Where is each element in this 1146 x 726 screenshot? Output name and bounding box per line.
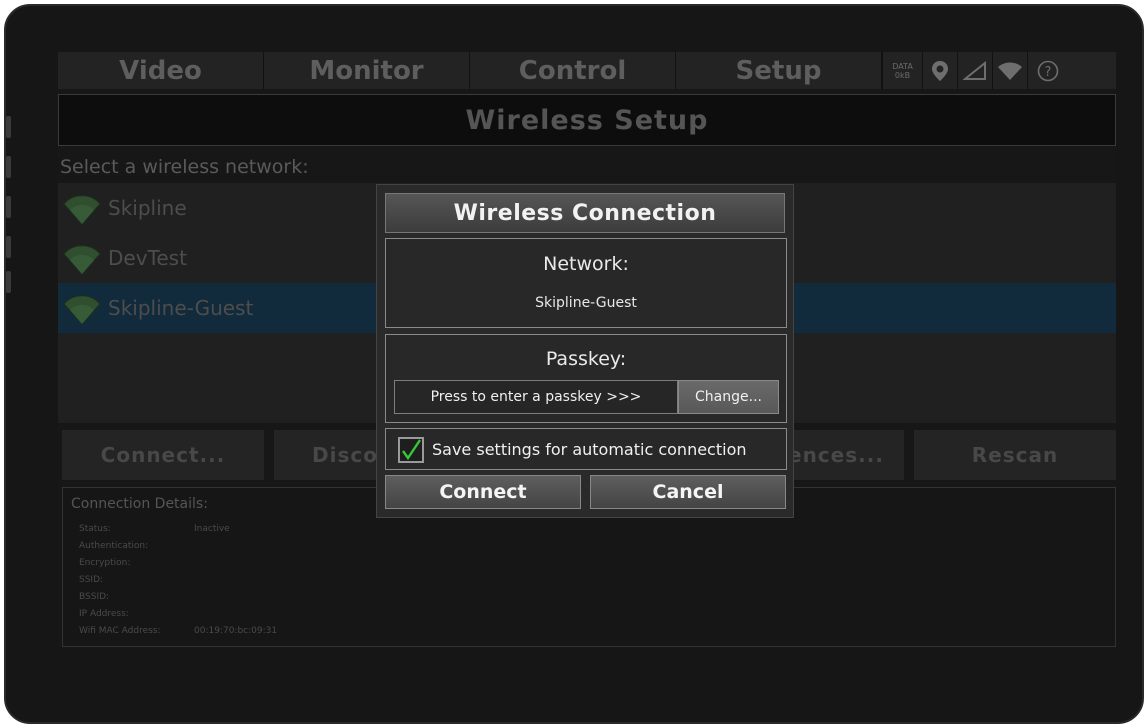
passkey-panel: Passkey: Press to enter a passkey >>> Ch… [385, 334, 787, 423]
wifi-signal-icon [63, 195, 101, 225]
save-settings-checkbox[interactable] [398, 437, 424, 463]
rescan-button[interactable]: Rescan [914, 430, 1116, 480]
help-icon[interactable]: ? [1027, 52, 1068, 89]
side-button [6, 156, 11, 178]
detail-label: Wifi MAC Address: [79, 626, 161, 636]
dialog-cancel-button[interactable]: Cancel [590, 475, 786, 509]
side-button [6, 236, 11, 258]
detail-row: BSSID: [79, 592, 194, 602]
detail-label: BSSID: [79, 592, 110, 602]
detail-row: SSID: [79, 575, 194, 585]
wifi-signal-icon [63, 295, 101, 325]
side-button [6, 271, 11, 293]
change-passkey-button[interactable]: Change... [678, 380, 779, 414]
connect-button[interactable]: Connect... [62, 430, 264, 480]
detail-value: Inactive [194, 524, 230, 534]
detail-label: Status: [79, 524, 111, 534]
data-indicator: DATA 0kB [882, 52, 922, 89]
passkey-label: Passkey: [545, 348, 627, 370]
connection-details-title: Connection Details: [71, 496, 208, 512]
detail-row: Authentication: [79, 541, 194, 551]
page-title: Wireless Setup [58, 94, 1116, 146]
data-indicator-value: 0kB [894, 70, 911, 80]
save-settings-label: Save settings for automatic connection [432, 440, 747, 459]
detail-row: Wifi MAC Address: 00:19:70:bc:09:31 [79, 626, 277, 636]
tab-setup[interactable]: Setup [676, 52, 882, 89]
wireless-connection-dialog: Wireless Connection Network: Skipline-Gu… [376, 184, 794, 518]
detail-label: SSID: [79, 575, 104, 585]
wifi-icon[interactable] [992, 52, 1027, 89]
checkmark-icon [402, 439, 421, 461]
detail-label: Authentication: [79, 541, 149, 551]
signal-strength-icon[interactable] [957, 52, 992, 89]
network-name: Skipline-Guest [108, 296, 254, 320]
detail-label: Encryption: [79, 558, 131, 568]
detail-row: Status: Inactive [79, 524, 230, 534]
select-network-label: Select a wireless network: [60, 156, 309, 178]
tab-control[interactable]: Control [470, 52, 676, 89]
save-settings-row: Save settings for automatic connection [385, 428, 787, 470]
dialog-connect-button[interactable]: Connect [385, 475, 581, 509]
side-button [6, 196, 11, 218]
tab-monitor[interactable]: Monitor [264, 52, 470, 89]
passkey-input[interactable]: Press to enter a passkey >>> [394, 380, 678, 414]
network-name: DevTest [108, 246, 187, 270]
network-panel: Network: Skipline-Guest [385, 238, 787, 328]
top-nav: Video Monitor Control Setup DATA 0kB ? [58, 52, 1116, 89]
network-label: Network: [543, 253, 629, 275]
network-name: Skipline [108, 196, 187, 220]
location-pin-icon[interactable] [922, 52, 957, 89]
tablet-frame: Video Monitor Control Setup DATA 0kB ? W… [4, 4, 1144, 724]
tab-video[interactable]: Video [58, 52, 264, 89]
wifi-signal-icon [63, 245, 101, 275]
svg-text:?: ? [1045, 65, 1052, 80]
detail-row: Encryption: [79, 558, 194, 568]
detail-row: IP Address: [79, 609, 194, 619]
detail-value: 00:19:70:bc:09:31 [194, 626, 278, 636]
network-value: Skipline-Guest [535, 295, 637, 311]
side-button [6, 116, 11, 138]
data-indicator-label: DATA [892, 61, 913, 71]
dialog-title: Wireless Connection [385, 193, 785, 233]
detail-label: IP Address: [79, 609, 129, 619]
